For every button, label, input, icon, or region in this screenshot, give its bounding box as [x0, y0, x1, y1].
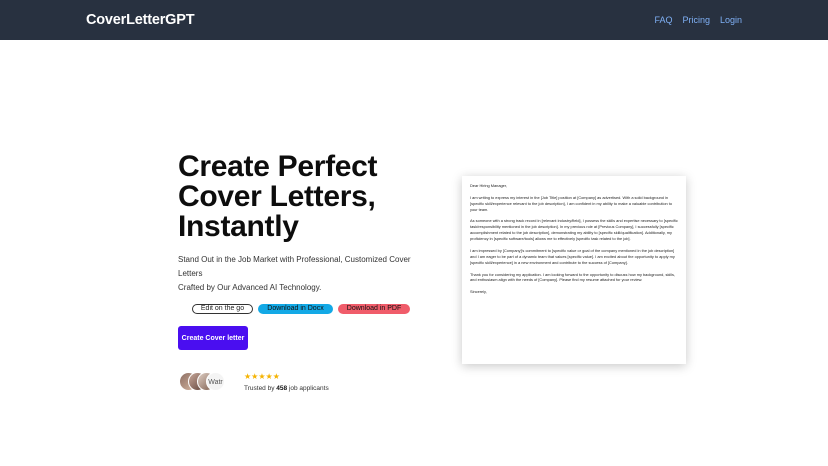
pill-download-pdf: Download in PDF	[338, 304, 410, 314]
hero-title-line-3: Instantly	[178, 210, 299, 243]
hero-title-line-1: Create Perfect	[178, 150, 378, 183]
hero-title: Create Perfect Cover Letters, Instantly	[178, 152, 438, 242]
letter-closing: Sincerely,	[470, 289, 487, 295]
hero-title-line-2: Cover Letters,	[178, 180, 376, 213]
nav-links: FAQ Pricing Login	[654, 15, 742, 25]
letter-paragraph-4: Thank you for considering my application…	[470, 271, 676, 283]
letter-paragraph-3: I am impressed by [Company]'s commitment…	[470, 247, 675, 265]
brand-logo-text[interactable]: CoverLetterGPT	[86, 12, 195, 28]
nav-link-faq[interactable]: FAQ	[654, 15, 672, 25]
letter-greeting: Dear Hiring Manager,	[470, 183, 507, 188]
hero-subtitle-line-2: Crafted by Our Advanced AI Technology.	[178, 283, 322, 292]
feature-pills: Edit on the go Download in Docx Download…	[192, 304, 410, 314]
cover-letter-preview: Dear Hiring Manager, I am writing to exp…	[462, 176, 686, 364]
avatar-broken-image: Watr	[206, 372, 225, 391]
trusted-suffix: job applicants	[288, 385, 329, 392]
letter-paragraph-1: I am writing to express my interest in t…	[470, 194, 672, 212]
letter-paragraph-2: As someone with a strong track record in…	[470, 218, 678, 242]
top-navbar: CoverLetterGPT FAQ Pricing Login	[0, 0, 828, 40]
nav-link-pricing[interactable]: Pricing	[682, 15, 710, 25]
hero-subtitle-line-1: Stand Out in the Job Market with Profess…	[178, 255, 411, 278]
trusted-count: 458	[276, 385, 288, 392]
trusted-by-text: Trusted by 458 job applicants	[244, 385, 329, 392]
trusted-prefix: Trusted by	[244, 385, 275, 392]
pill-edit-on-the-go: Edit on the go	[192, 304, 253, 314]
hero-subtitle: Stand Out in the Job Market with Profess…	[178, 253, 418, 295]
rating-stars-icon: ★★★★★	[244, 372, 280, 381]
create-cover-letter-button[interactable]: Create Cover letter	[178, 326, 248, 350]
pill-download-docx: Download in Docx	[258, 304, 333, 314]
avatar-group: Watr	[179, 372, 229, 392]
nav-link-login[interactable]: Login	[720, 15, 742, 25]
